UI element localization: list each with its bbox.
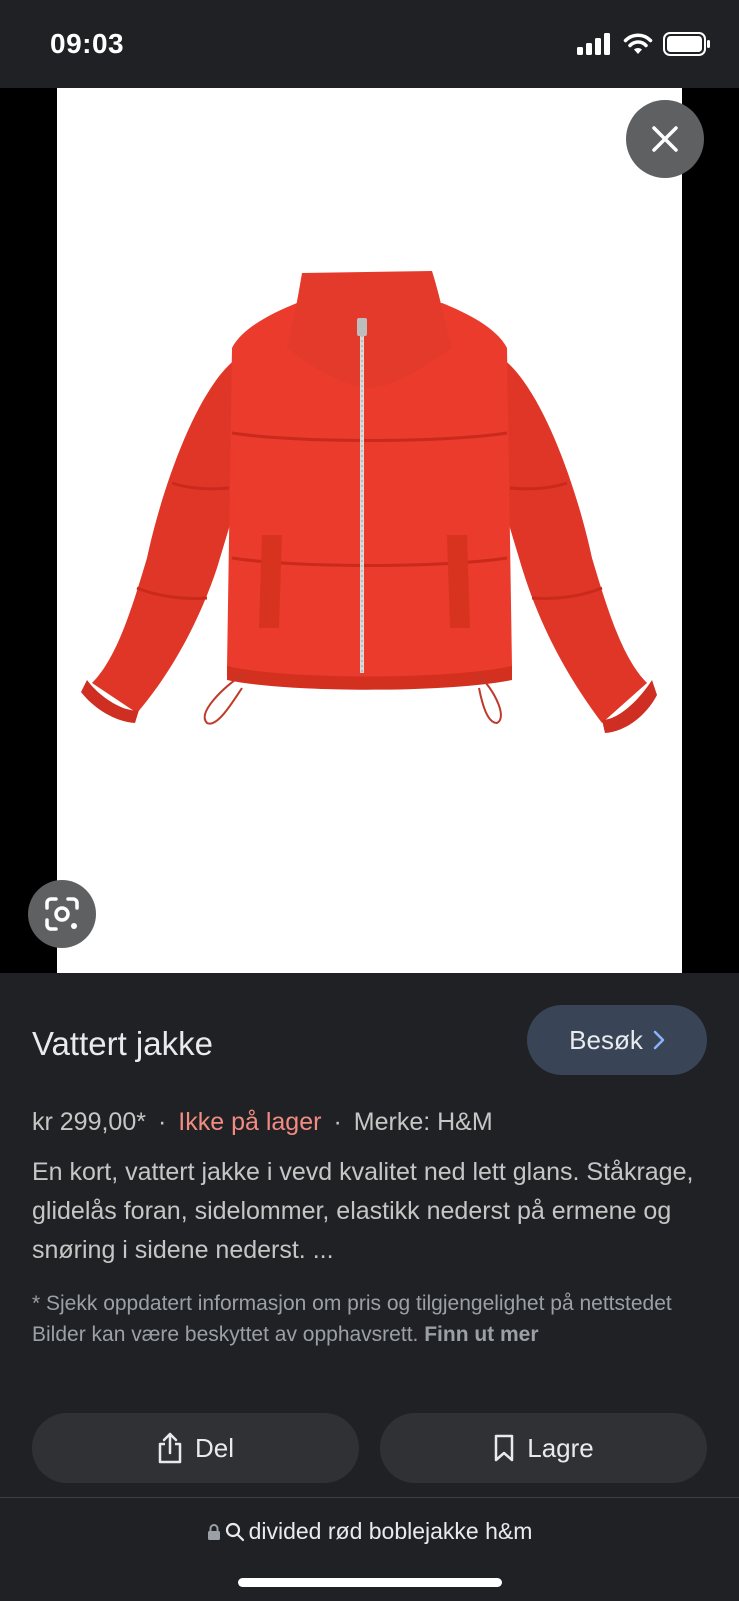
address-bar[interactable]: divided rød boblejakke h&m	[0, 1518, 739, 1545]
action-buttons: Del Lagre	[32, 1413, 707, 1483]
status-bar: 09:03	[0, 0, 739, 88]
status-time: 09:03	[50, 28, 125, 59]
share-button[interactable]: Del	[32, 1413, 359, 1483]
separator-dot: ·	[333, 1108, 342, 1136]
url-text: divided rød boblejakke h&m	[248, 1518, 533, 1544]
stock-status: Ikke på lager	[178, 1108, 322, 1136]
bookmark-icon	[495, 1434, 514, 1462]
product-brand: Merke: H&M	[353, 1108, 493, 1136]
browser-bottom-bar: divided rød boblejakke h&m	[0, 1497, 739, 1601]
product-image[interactable]	[57, 88, 682, 973]
battery-icon	[663, 32, 710, 56]
visit-button[interactable]: Besøk	[527, 1005, 707, 1075]
chevron-right-icon	[653, 1030, 665, 1050]
search-icon	[225, 1522, 244, 1541]
wifi-icon	[623, 33, 653, 54]
close-button[interactable]	[626, 100, 704, 178]
save-label: Lagre	[527, 1432, 594, 1463]
share-label: Del	[194, 1432, 234, 1463]
home-indicator[interactable]	[238, 1578, 502, 1587]
share-icon	[158, 1432, 182, 1464]
product-price: kr 299,00*	[32, 1108, 146, 1136]
cellular-signal-icon	[577, 33, 610, 55]
close-icon	[652, 126, 678, 152]
jacket-illustration	[81, 271, 657, 733]
google-lens-button[interactable]	[28, 880, 96, 948]
disclaimer: * Sjekk oppdatert informasjon om pris og…	[32, 1288, 712, 1350]
product-title: Vattert jakke	[32, 1025, 213, 1062]
image-viewer	[0, 88, 739, 973]
visit-button-label: Besøk	[569, 1024, 643, 1055]
product-description: En kort, vattert jakke i vevd kvalitet n…	[32, 1158, 694, 1264]
separator-dot: ·	[157, 1108, 167, 1136]
disclaimer-text: * Sjekk oppdatert informasjon om pris og…	[32, 1292, 672, 1346]
status-icons	[577, 32, 711, 56]
learn-more-link[interactable]: Finn ut mer	[424, 1323, 538, 1346]
save-button[interactable]: Lagre	[380, 1413, 707, 1483]
lens-icon	[45, 897, 79, 931]
lock-icon	[207, 1523, 220, 1540]
product-meta: kr 299,00* · Ikke på lager · Merke: H&M	[32, 1108, 493, 1137]
